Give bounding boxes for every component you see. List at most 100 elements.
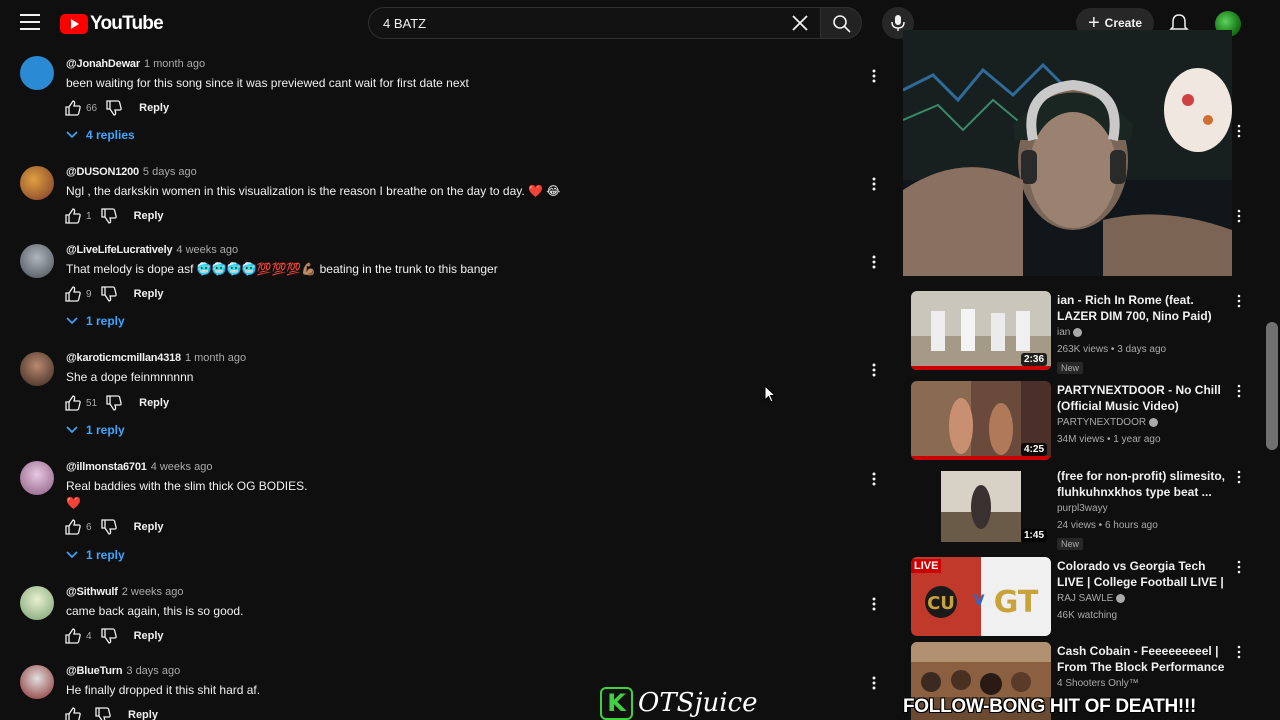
reply-button[interactable]: Reply bbox=[134, 521, 164, 533]
reply-button[interactable]: Reply bbox=[128, 709, 158, 720]
video-channel[interactable]: ian bbox=[1057, 324, 1229, 341]
view-replies-button[interactable]: 1 reply bbox=[66, 314, 125, 328]
reply-button[interactable]: Reply bbox=[134, 288, 164, 300]
comment-time[interactable]: 2 weeks ago bbox=[122, 586, 184, 598]
comment-time[interactable]: 4 weeks ago bbox=[151, 461, 213, 473]
comment-avatar[interactable] bbox=[20, 166, 54, 200]
video-channel[interactable]: purpl3wayy bbox=[1057, 500, 1229, 517]
video-thumbnail[interactable]: 4:25 bbox=[911, 381, 1051, 460]
comment-avatar[interactable] bbox=[20, 586, 54, 620]
comment-author[interactable]: @illmonsta6701 bbox=[66, 461, 147, 473]
more-options-icon[interactable] bbox=[1232, 124, 1246, 138]
dislike-icon[interactable] bbox=[94, 706, 112, 720]
like-count: 1 bbox=[86, 210, 92, 222]
reply-button[interactable]: Reply bbox=[139, 397, 169, 409]
streamer-webcam-overlay bbox=[903, 30, 1232, 276]
comment-author[interactable]: @karoticmcmillan4318 bbox=[66, 352, 181, 364]
scrollbar-thumb[interactable] bbox=[1266, 322, 1278, 450]
comment-text: That melody is dope asf 🥶🥶🥶🥶💯💯💯💪🏽 beatin… bbox=[66, 262, 498, 276]
comment-author[interactable]: @BlueTurn bbox=[66, 665, 123, 677]
like-icon[interactable] bbox=[64, 394, 82, 412]
dislike-icon[interactable] bbox=[100, 518, 118, 536]
comment-avatar[interactable] bbox=[20, 244, 54, 278]
more-options-icon[interactable] bbox=[1232, 645, 1246, 659]
search-input[interactable] bbox=[368, 7, 820, 39]
comment-avatar[interactable] bbox=[20, 461, 54, 495]
more-options-icon[interactable] bbox=[866, 68, 882, 84]
search-button[interactable] bbox=[820, 7, 862, 39]
reply-button[interactable]: Reply bbox=[134, 210, 164, 222]
comment-time[interactable]: 1 month ago bbox=[144, 58, 205, 70]
comment-avatar[interactable] bbox=[20, 56, 54, 90]
more-options-icon[interactable] bbox=[1232, 209, 1246, 223]
more-options-icon[interactable] bbox=[1232, 384, 1246, 398]
search-icon bbox=[833, 15, 851, 33]
otsjuice-watermark: K OTSjuice bbox=[600, 686, 758, 720]
video-title[interactable]: ian - Rich In Rome (feat. LAZER DIM 700,… bbox=[1057, 292, 1229, 324]
verified-icon bbox=[1149, 417, 1159, 427]
comment-header: @BlueTurn 3 days ago bbox=[66, 665, 180, 677]
video-title[interactable]: Colorado vs Georgia Tech LIVE | College … bbox=[1057, 558, 1229, 590]
comment-time[interactable]: 5 days ago bbox=[143, 166, 197, 178]
like-icon[interactable] bbox=[64, 99, 82, 117]
comment-time[interactable]: 3 days ago bbox=[126, 665, 180, 677]
view-replies-button[interactable]: 4 replies bbox=[66, 128, 135, 142]
video-thumbnail[interactable]: 1:45 bbox=[911, 467, 1051, 546]
more-options-icon[interactable] bbox=[866, 596, 882, 612]
video-channel[interactable]: PARTYNEXTDOOR bbox=[1057, 414, 1229, 431]
like-icon[interactable] bbox=[64, 706, 82, 720]
reply-button[interactable]: Reply bbox=[134, 630, 164, 642]
comment-text: Ngl , the darkskin women in this visuali… bbox=[66, 184, 561, 198]
video-channel[interactable]: RAJ SAWLE bbox=[1057, 590, 1229, 607]
clear-icon[interactable] bbox=[790, 13, 810, 33]
view-replies-button[interactable]: 1 reply bbox=[66, 423, 125, 437]
comment-header: @DUSON1200 5 days ago bbox=[66, 166, 197, 178]
dislike-icon[interactable] bbox=[100, 285, 118, 303]
video-duration: 1:45 bbox=[1020, 529, 1047, 542]
like-icon[interactable] bbox=[64, 207, 82, 225]
view-replies-button[interactable]: 1 reply bbox=[66, 548, 125, 562]
more-options-icon[interactable] bbox=[866, 675, 882, 691]
comment-author[interactable]: @JonahDewar bbox=[66, 58, 140, 70]
reply-button[interactable]: Reply bbox=[139, 102, 169, 114]
video-thumbnail[interactable]: 2:36 bbox=[911, 291, 1051, 370]
replies-count: 1 reply bbox=[86, 314, 125, 328]
comment-time[interactable]: 1 month ago bbox=[185, 352, 246, 364]
like-icon[interactable] bbox=[64, 285, 82, 303]
comment-actions: 1 Reply bbox=[64, 206, 164, 226]
comment-text: He finally dropped it this shit hard af. bbox=[66, 683, 261, 697]
more-options-icon[interactable] bbox=[866, 362, 882, 378]
comment-avatar[interactable] bbox=[20, 665, 54, 699]
video-stats: 24 views • 6 hours ago bbox=[1057, 520, 1158, 531]
like-icon[interactable] bbox=[64, 518, 82, 536]
menu-icon[interactable] bbox=[20, 14, 40, 32]
comment-author[interactable]: @DUSON1200 bbox=[66, 166, 139, 178]
video-thumbnail[interactable]: CU GT V LIVE bbox=[911, 557, 1051, 636]
comment-header: @Sithwulf 2 weeks ago bbox=[66, 586, 183, 598]
dislike-icon[interactable] bbox=[100, 627, 118, 645]
video-title[interactable]: Cash Cobain - Feeeeeeeeel | From The Blo… bbox=[1057, 643, 1229, 675]
new-badge: New bbox=[1057, 538, 1084, 550]
comment-actions: 6 Reply bbox=[64, 517, 164, 537]
more-options-icon[interactable] bbox=[866, 254, 882, 270]
search-bar bbox=[368, 7, 862, 41]
comment-author[interactable]: @Sithwulf bbox=[66, 586, 118, 598]
more-options-icon[interactable] bbox=[866, 176, 882, 192]
more-options-icon[interactable] bbox=[866, 471, 882, 487]
comment-author[interactable]: @LiveLifeLucratively bbox=[66, 244, 173, 256]
more-options-icon[interactable] bbox=[1232, 470, 1246, 484]
like-icon[interactable] bbox=[64, 627, 82, 645]
dislike-icon[interactable] bbox=[105, 99, 123, 117]
youtube-logo[interactable]: YouTube bbox=[60, 13, 164, 35]
comment-time[interactable]: 4 weeks ago bbox=[176, 244, 238, 256]
more-options-icon[interactable] bbox=[1232, 560, 1246, 574]
video-title[interactable]: PARTYNEXTDOOR - No Chill (Official Music… bbox=[1057, 382, 1229, 414]
comment-avatar[interactable] bbox=[20, 352, 54, 386]
dislike-icon[interactable] bbox=[105, 394, 123, 412]
video-title[interactable]: (free for non-profit) slimesito, fluhkuh… bbox=[1057, 468, 1229, 500]
chevron-down-icon bbox=[66, 317, 78, 325]
logo-text: YouTube bbox=[90, 13, 164, 34]
video-channel[interactable]: 4 Shooters Only™ bbox=[1057, 675, 1229, 692]
more-options-icon[interactable] bbox=[1232, 294, 1246, 308]
dislike-icon[interactable] bbox=[100, 207, 118, 225]
